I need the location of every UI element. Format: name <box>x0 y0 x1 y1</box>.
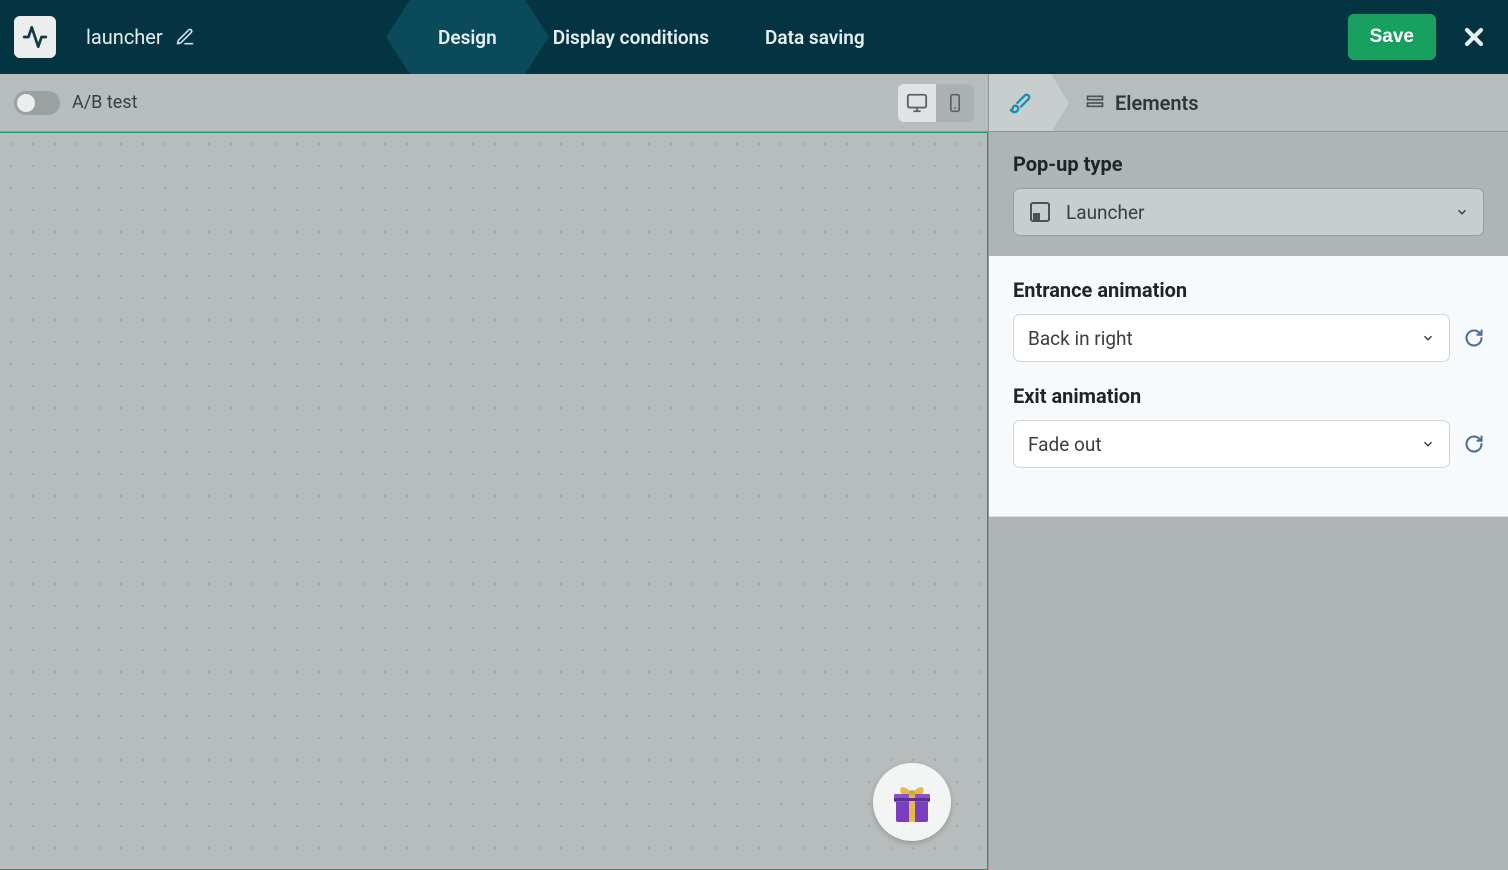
panel-body: Pop-up type Launcher Entrance animation <box>989 132 1508 517</box>
app-logo[interactable] <box>14 16 56 58</box>
launcher-type-icon <box>1028 200 1052 224</box>
header-actions: Save <box>1348 14 1508 60</box>
entrance-preview-button[interactable] <box>1464 328 1484 348</box>
ab-test-toggle[interactable] <box>14 91 60 115</box>
edit-icon[interactable] <box>175 27 195 47</box>
gift-icon <box>888 778 936 826</box>
entrance-label: Entrance animation <box>1013 278 1484 302</box>
save-button[interactable]: Save <box>1348 14 1436 60</box>
panel-tab-elements-label: Elements <box>1115 91 1199 115</box>
close-icon <box>1460 23 1488 51</box>
main-area: A/B test <box>0 74 1508 870</box>
app-header: launcher Design Display conditions Data … <box>0 0 1508 74</box>
panel-tab-elements[interactable]: Elements <box>1051 74 1219 131</box>
elements-icon <box>1085 93 1105 113</box>
mobile-icon <box>945 93 965 113</box>
chevron-down-icon <box>1421 437 1435 451</box>
popup-type-label: Pop-up type <box>1013 152 1484 176</box>
device-desktop-button[interactable] <box>898 84 936 122</box>
brush-icon <box>1009 92 1031 114</box>
canvas-area: A/B test <box>0 74 988 870</box>
entrance-value: Back in right <box>1028 327 1133 350</box>
ab-test-label: A/B test <box>72 92 137 113</box>
tab-data-saving[interactable]: Data saving <box>737 0 893 74</box>
close-button[interactable] <box>1460 23 1488 51</box>
tab-design[interactable]: Design <box>410 0 525 74</box>
activity-icon <box>22 24 48 50</box>
exit-preview-button[interactable] <box>1464 434 1484 454</box>
tab-display-label: Display conditions <box>553 26 709 49</box>
canvas-toolbar: A/B test <box>0 74 988 132</box>
device-toggle <box>898 84 974 122</box>
device-mobile-button[interactable] <box>936 84 974 122</box>
tab-display-conditions[interactable]: Display conditions <box>525 0 737 74</box>
desktop-icon <box>906 92 928 114</box>
tab-save-label: Data saving <box>765 26 865 49</box>
animation-card: Entrance animation Back in right Exit an… <box>989 256 1508 517</box>
panel-tabs: Elements <box>989 74 1508 132</box>
chevron-down-icon <box>1421 331 1435 345</box>
exit-value: Fade out <box>1028 433 1102 456</box>
chevron-down-icon <box>1455 205 1469 219</box>
page-title: launcher <box>86 25 163 49</box>
exit-label: Exit animation <box>1013 384 1484 408</box>
popup-type-value: Launcher <box>1066 201 1144 224</box>
properties-panel: Elements Pop-up type Launcher Entrance <box>988 74 1508 870</box>
tab-design-label: Design <box>438 26 497 49</box>
design-canvas[interactable] <box>0 132 988 870</box>
refresh-icon <box>1464 328 1484 348</box>
panel-tab-style[interactable] <box>989 74 1051 131</box>
refresh-icon <box>1464 434 1484 454</box>
popup-type-select[interactable]: Launcher <box>1013 188 1484 236</box>
launcher-widget[interactable] <box>873 763 951 841</box>
header-tabs: Design Display conditions Data saving <box>410 0 893 74</box>
exit-animation-select[interactable]: Fade out <box>1013 420 1450 468</box>
entrance-animation-select[interactable]: Back in right <box>1013 314 1450 362</box>
